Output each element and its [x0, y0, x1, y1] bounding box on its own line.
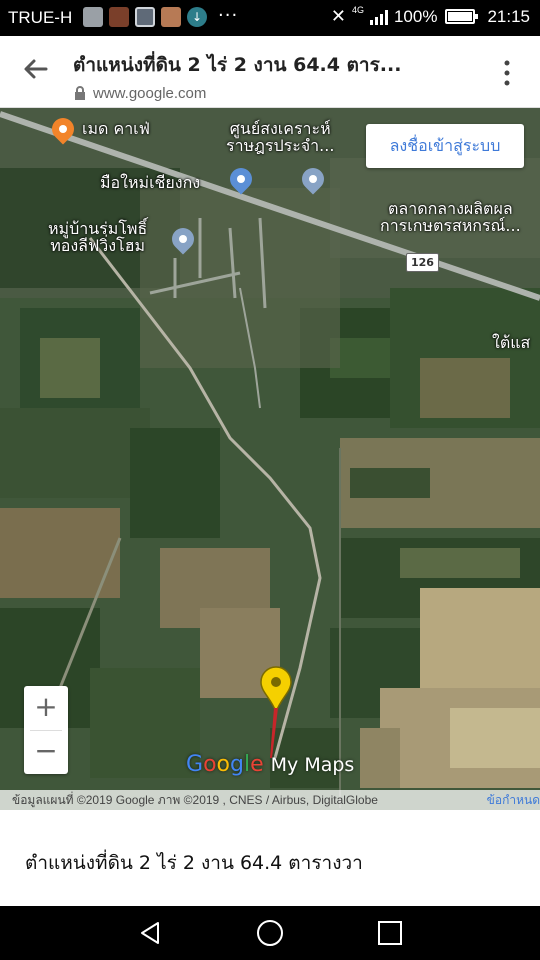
url-text: www.google.com — [93, 85, 207, 102]
location-title: ตำแหน่งที่ดิน 2 ไร่ 2 งาน 64.4 ตารางวา — [25, 852, 363, 874]
more-notifications-icon: ··· — [218, 5, 239, 26]
place-label[interactable]: ตลาดกลางผลิตผล การเกษตรสหกรณ์... — [380, 200, 521, 234]
signal-icon — [369, 9, 388, 25]
zoom-out-button[interactable]: − — [24, 730, 68, 774]
zoom-in-button[interactable]: + — [24, 686, 68, 730]
contact-notification-icon — [83, 7, 103, 27]
clock: 21:15 — [487, 6, 530, 26]
zoom-controls: + − — [24, 686, 68, 774]
lock-icon — [74, 86, 86, 103]
marker-shadow — [270, 708, 278, 758]
sign-in-button[interactable]: ลงชื่อเข้าสู่ระบบ — [366, 124, 524, 168]
map-attribution: ข้อมูลแผนที่ ©2019 Google ภาพ ©2019 , CN… — [0, 790, 540, 810]
place-label[interactable]: ใต้แส — [492, 334, 530, 351]
page-title: ตำแหน่งที่ดิน 2 ไร่ 2 งาน 64.4 ตาร... — [73, 54, 402, 76]
notification-icons: ↓ — [83, 7, 207, 27]
place-label[interactable]: มือใหม่เชียงกง — [100, 174, 200, 191]
terms-link[interactable]: ข้อกำหนด — [487, 790, 540, 810]
network-type: 4G — [351, 4, 364, 15]
nav-back-icon[interactable] — [136, 919, 164, 947]
back-arrow-icon[interactable] — [20, 54, 50, 84]
system-nav-bar — [0, 906, 540, 960]
download-notification-icon: ↓ — [187, 7, 207, 27]
google-my-maps-logo: Google My Maps — [186, 752, 355, 777]
battery-icon — [445, 9, 479, 24]
place-label[interactable]: เมด คาเฟ่ — [82, 120, 150, 137]
battery-percent: 100% — [393, 6, 438, 26]
image-notification-icon — [161, 7, 181, 27]
nav-home-icon[interactable] — [256, 919, 284, 947]
photo-notification-icon — [109, 7, 129, 27]
nav-recent-apps-icon[interactable] — [376, 919, 404, 947]
app-bar: ตำแหน่งที่ดิน 2 ไร่ 2 งาน 64.4 ตาร... ww… — [0, 36, 540, 108]
carrier-name: TRUE-H — [8, 8, 73, 27]
gallery-notification-icon — [135, 7, 155, 27]
info-panel[interactable]: ตำแหน่งที่ดิน 2 ไร่ 2 งาน 64.4 ตารางวา — [0, 810, 540, 906]
overflow-menu-icon[interactable] — [502, 58, 512, 88]
mute-icon: ✕ — [330, 6, 346, 26]
place-label[interactable]: ศูนย์สงเคราะห์ ราษฎรประจำ... — [226, 120, 334, 154]
road-number-shield: 126 — [406, 253, 439, 272]
place-label[interactable]: หมู่บ้านร่มโพธิ์ ทองลีฟวิ่งโฮม — [48, 220, 147, 254]
status-bar: TRUE-H ↓ ··· ✕ 4G 100% 21:15 — [0, 0, 540, 36]
map-view[interactable]: เมด คาเฟ่ ศูนย์สงเคราะห์ ราษฎรประจำ... ม… — [0, 108, 540, 810]
